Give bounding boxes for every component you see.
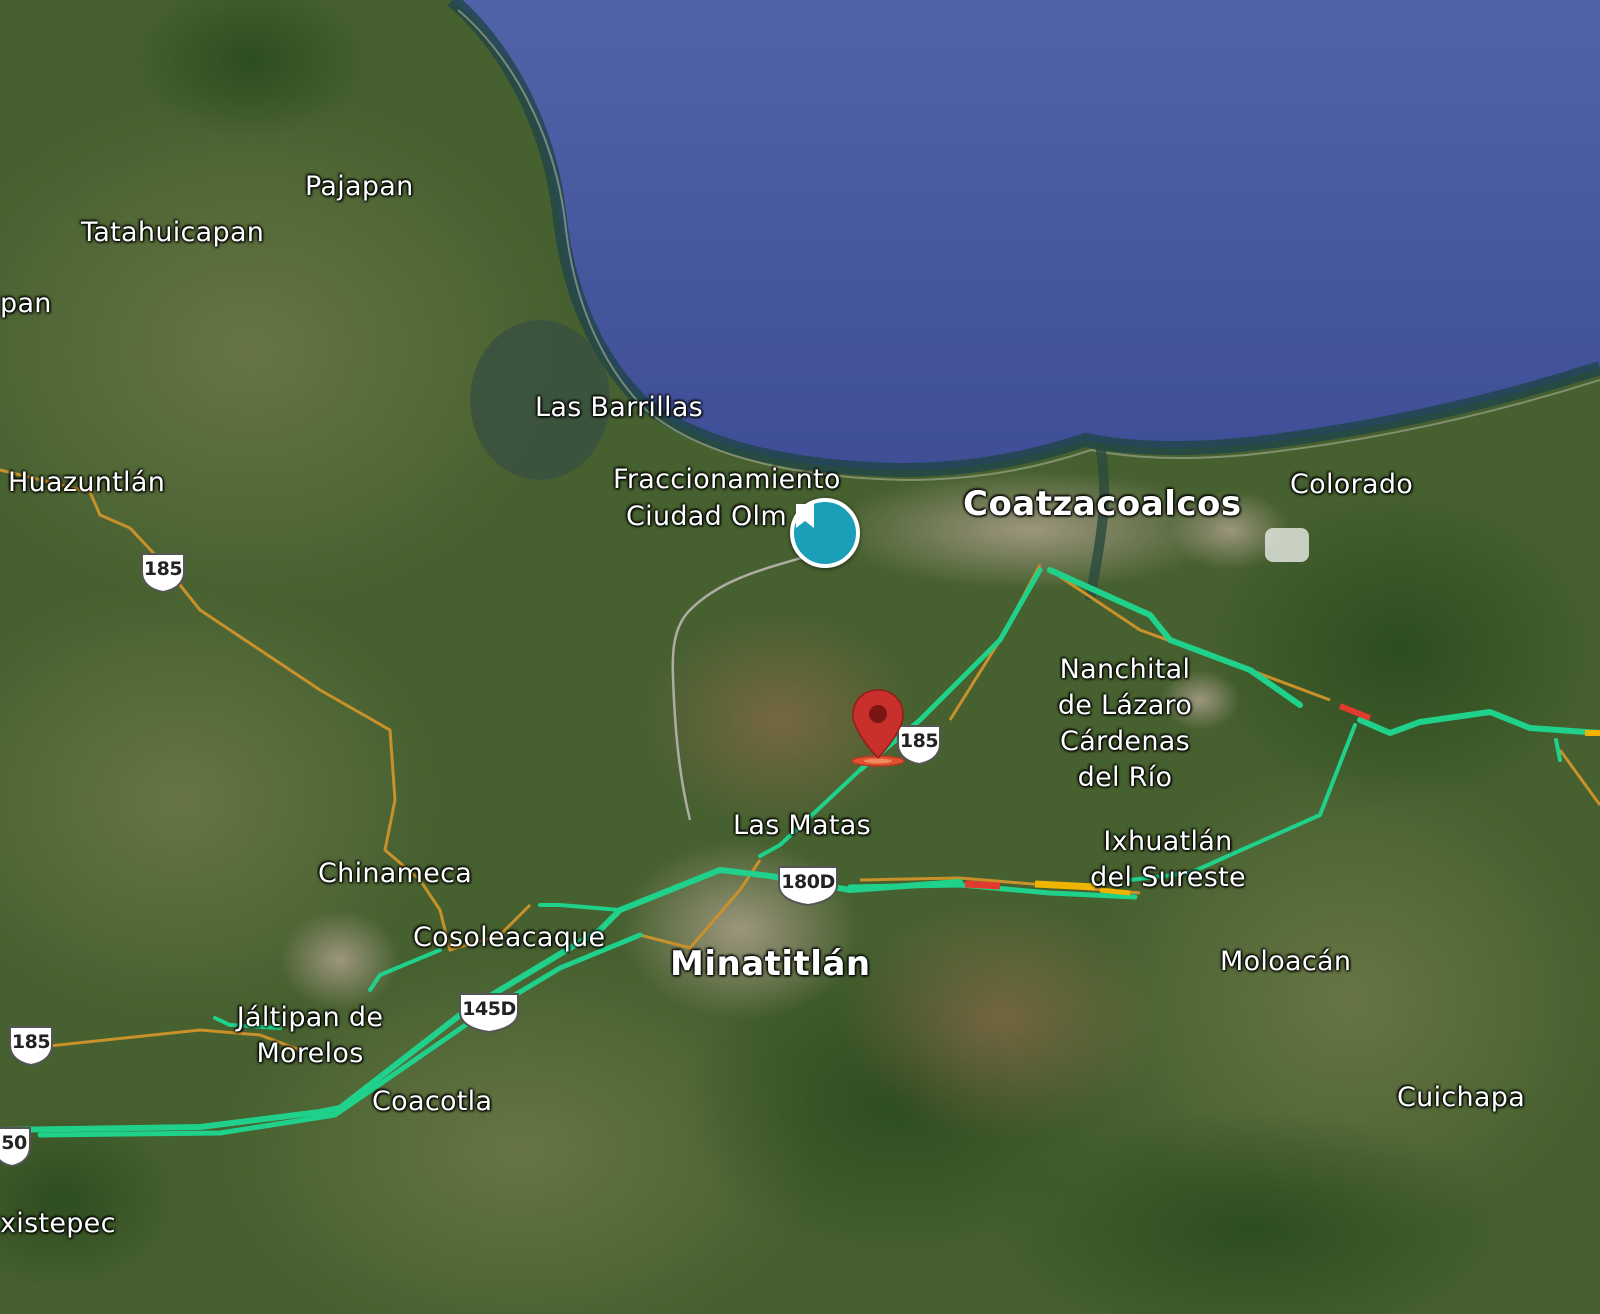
place-label-ixhuatlan-1[interactable]: Ixhuatlán <box>1103 824 1232 860</box>
highway-shield-label: 185 <box>143 558 183 580</box>
place-label-ciudad-olmeca[interactable]: Ciudad Olm <box>626 499 787 535</box>
highway-shield-label: 145D <box>462 998 516 1020</box>
map-canvas[interactable]: 185 185 185 180D 145D 50 Pajapan Tatahui… <box>0 0 1600 1314</box>
highway-shield-180d[interactable]: 180D <box>775 863 841 907</box>
highway-shield-150d[interactable]: 50 <box>0 1124 34 1168</box>
highway-shield-label: 180D <box>781 871 835 893</box>
place-label-pan[interactable]: pan <box>0 286 52 322</box>
saved-place-marker[interactable] <box>790 498 860 568</box>
place-label-tatahuicapan[interactable]: Tatahuicapan <box>81 215 264 251</box>
place-label-coatzacoalcos[interactable]: Coatzacoalcos <box>963 486 1242 522</box>
place-label-colorado[interactable]: Colorado <box>1290 467 1413 503</box>
place-label-nanchital-1[interactable]: Nanchital <box>1060 652 1191 688</box>
place-label-nanchital-4[interactable]: del Río <box>1078 760 1173 796</box>
place-label-minatitlan[interactable]: Minatitlán <box>670 946 871 982</box>
place-label-nanchital-3[interactable]: Cárdenas <box>1060 724 1190 760</box>
highway-shield-185[interactable]: 185 <box>6 1023 56 1067</box>
traffic-heavy-segment <box>964 880 1001 890</box>
map-pin-icon <box>851 689 905 767</box>
highway-shield-145d[interactable]: 145D <box>456 990 522 1034</box>
satellite-imagery <box>0 0 1600 1314</box>
place-label-jaltipan-2[interactable]: Morelos <box>256 1036 363 1072</box>
highway-shield-185[interactable]: 185 <box>138 550 188 594</box>
highway-shield-label: 185 <box>11 1031 51 1053</box>
place-label-pajapan[interactable]: Pajapan <box>305 169 414 205</box>
place-label-xistepec[interactable]: xistepec <box>0 1206 116 1242</box>
place-label-jaltipan-1[interactable]: Jáltipan de <box>237 1000 384 1036</box>
place-label-cuichapa[interactable]: Cuichapa <box>1397 1080 1525 1116</box>
place-label-huazuntlan[interactable]: Huazuntlán <box>8 465 165 501</box>
place-label-las-barrillas[interactable]: Las Barrillas <box>535 390 703 426</box>
place-label-ixhuatlan-2[interactable]: del Sureste <box>1090 860 1246 896</box>
traffic-slow-segment <box>1034 880 1096 891</box>
place-label-nanchital-2[interactable]: de Lázaro <box>1058 688 1192 724</box>
place-label-moloacan[interactable]: Moloacán <box>1220 944 1351 980</box>
place-label-cosoleacaque[interactable]: Cosoleacaque <box>413 920 605 956</box>
place-label-las-matas[interactable]: Las Matas <box>733 808 871 844</box>
place-label-fraccionamiento[interactable]: Fraccionamiento <box>613 462 841 498</box>
place-label-coacotla[interactable]: Coacotla <box>372 1084 492 1120</box>
place-label-chinameca[interactable]: Chinameca <box>318 856 472 892</box>
highway-shield-label: 50 <box>1 1132 27 1154</box>
bookmark-icon <box>796 504 814 528</box>
